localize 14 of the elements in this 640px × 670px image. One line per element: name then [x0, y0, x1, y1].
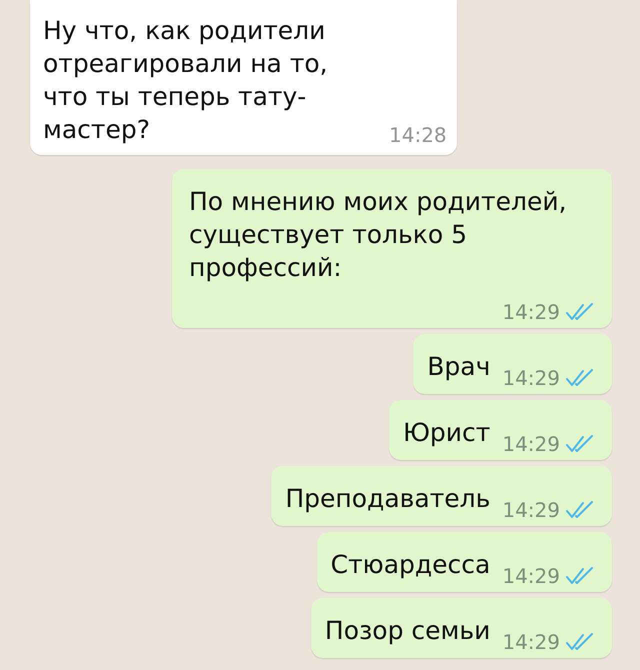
- message-text: По мнению моих родителей, существует только 5 профессий:: [189, 186, 568, 284]
- message-time: 14:29: [502, 631, 560, 653]
- message-time: 14:29: [502, 499, 560, 521]
- message-time: 14:29: [502, 433, 560, 455]
- message-text: Преподаватель: [285, 483, 490, 515]
- message-time: 14:29: [502, 367, 560, 389]
- message-text: Врач: [427, 351, 490, 383]
- message-time: 14:28: [389, 124, 447, 146]
- message-time: 14:29: [502, 565, 560, 587]
- message-time: 14:29: [502, 301, 560, 323]
- message-text: Юрист: [402, 417, 490, 449]
- message-text: Ну что, как родители отреагировали на то, что ты теперь тату-мастер?: [43, 15, 329, 146]
- message-text: Позор семьи: [324, 615, 490, 647]
- message-text: Стюардесса: [330, 549, 490, 581]
